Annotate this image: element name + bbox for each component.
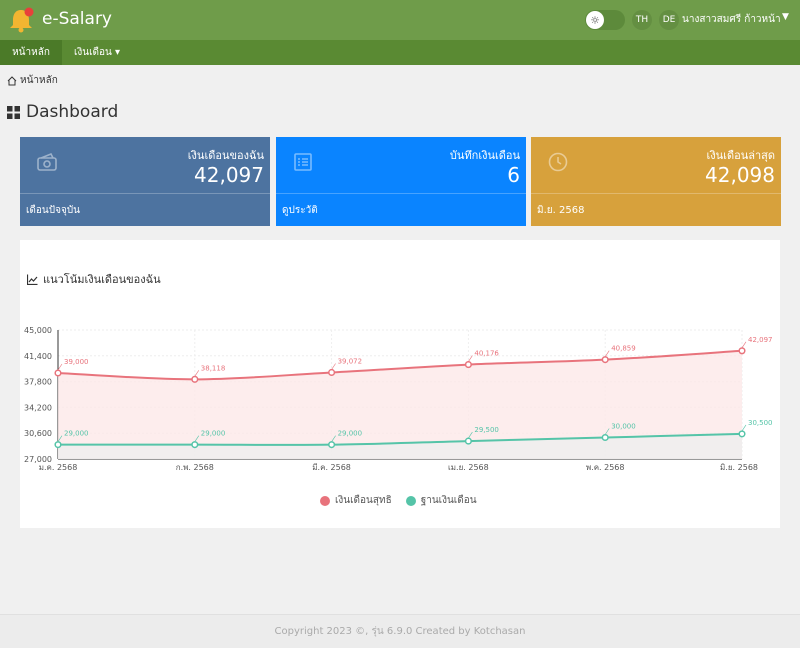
x-tick-label: พ.ค. 2568 — [586, 463, 625, 472]
card-my-salary[interactable]: เงินเดือนของฉัน 42,097 เดือนปัจจุบัน — [20, 137, 270, 226]
data-point — [191, 375, 199, 383]
data-label-leader — [741, 424, 747, 432]
chart-legend: เงินเดือนสุทธิ ฐานเงินเดือน — [320, 493, 477, 508]
data-label: 42,097 — [748, 336, 773, 344]
top-bar: e-Salary ☼ TH DE นางสาวสมศรี ก้าวหน้า ▼ — [0, 0, 800, 40]
nav-salary-menu[interactable]: เงินเดือน ▾ — [62, 40, 132, 65]
card-latest-salary[interactable]: เงินเดือนล่าสุด 42,098 มิ.ย. 2568 — [531, 137, 781, 226]
legend-label: เงินเดือนสุทธิ — [335, 495, 392, 506]
card-salary-records[interactable]: บันทึกเงินเดือน 6 ดูประวัติ — [276, 137, 526, 226]
legend-item-net-salary[interactable]: เงินเดือนสุทธิ — [320, 493, 392, 508]
salary-trend-chart: 27,00030,60034,20037,80041,40045,000ม.ค.… — [24, 326, 773, 472]
app-title[interactable]: e-Salary — [42, 9, 112, 29]
data-point — [54, 369, 62, 377]
data-point — [601, 433, 609, 442]
language-th-button[interactable]: TH — [632, 10, 652, 30]
card-footer-link[interactable]: ดูประวัติ — [282, 203, 318, 218]
footer-text: Copyright 2023 ©, รุ่น 6.9.0 Created by … — [274, 626, 526, 637]
data-point — [464, 437, 472, 445]
card-footer-link[interactable]: เดือนปัจจุบัน — [26, 203, 80, 218]
data-label: 40,859 — [611, 345, 636, 353]
data-point — [464, 361, 472, 369]
data-point — [191, 441, 199, 449]
data-label: 29,000 — [201, 430, 226, 438]
data-point — [54, 441, 62, 449]
data-point — [328, 441, 336, 449]
salary-trend-panel: แนวโน้มเงินเดือนของฉัน 27,000 30,600 34,20… — [20, 240, 780, 528]
data-label: 38,118 — [201, 364, 226, 372]
data-label-leader — [468, 355, 473, 362]
card-value: 42,097 — [194, 163, 264, 187]
user-menu[interactable]: นางสาวสมศรี ก้าวหน้า — [682, 12, 781, 27]
x-tick-label: มิ.ย. 2568 — [720, 463, 758, 472]
data-point — [328, 368, 336, 377]
breadcrumb-home[interactable]: หน้าหลัก — [20, 73, 58, 88]
x-tick-label: ก.พ. 2568 — [176, 463, 214, 472]
data-label-leader — [57, 363, 63, 371]
y-tick-label: 45,000 — [24, 326, 52, 335]
data-label-leader — [741, 341, 747, 348]
dashboard-icon — [7, 105, 20, 119]
y-tick-label: 34,200 — [24, 403, 52, 412]
card-value: 6 — [507, 163, 520, 187]
data-label: 40,176 — [474, 350, 499, 358]
nav-home[interactable]: หน้าหลัก — [0, 40, 62, 65]
page-footer: Copyright 2023 ©, รุ่น 6.9.0 Created by … — [0, 614, 800, 648]
x-tick-label: ม.ค. 2568 — [39, 463, 78, 472]
card-footer-link[interactable]: มิ.ย. 2568 — [537, 203, 584, 218]
data-label: 39,000 — [64, 358, 89, 366]
money-icon — [37, 152, 57, 171]
card-divider — [20, 193, 270, 194]
y-tick-label: 37,800 — [24, 378, 52, 387]
legend-label: ฐานเงินเดือน — [420, 495, 477, 506]
page-title: Dashboard — [26, 102, 119, 122]
page-heading: Dashboard — [7, 102, 118, 122]
data-point — [601, 356, 609, 364]
data-point — [738, 347, 746, 355]
legend-dot-net — [320, 495, 330, 506]
nav-bar: หน้าหลัก เงินเดือน ▾ — [0, 40, 800, 65]
card-divider — [276, 193, 526, 194]
chevron-down-icon[interactable]: ▼ — [782, 12, 789, 22]
data-label: 30,500 — [748, 419, 773, 427]
data-label: 29,000 — [64, 430, 89, 438]
data-label: 39,072 — [338, 357, 363, 365]
home-icon — [7, 75, 17, 85]
clock-icon — [548, 152, 568, 172]
sun-icon: ☼ — [586, 11, 604, 29]
list-icon — [294, 153, 312, 171]
y-tick-label: 41,400 — [24, 352, 52, 361]
y-tick-label: 30,600 — [24, 429, 52, 438]
card-divider — [531, 193, 781, 194]
data-label: 29,000 — [338, 430, 363, 438]
card-value: 42,098 — [705, 163, 775, 187]
theme-toggle[interactable]: ☼ — [585, 10, 625, 30]
x-tick-label: เม.ย. 2568 — [448, 463, 489, 472]
data-label-leader — [331, 363, 336, 370]
data-label: 29,500 — [474, 426, 499, 434]
data-point — [738, 430, 746, 438]
card-label: บันทึกเงินเดือน — [449, 149, 520, 162]
bell-logo-icon[interactable] — [6, 5, 36, 35]
language-de-button[interactable]: DE — [659, 10, 679, 30]
data-label-leader — [194, 370, 200, 377]
card-label: เงินเดือนล่าสุด — [706, 149, 775, 162]
x-tick-label: มี.ค. 2568 — [312, 463, 351, 472]
card-label: เงินเดือนของฉัน — [187, 149, 264, 162]
legend-dot-base — [405, 495, 416, 506]
legend-item-base-salary[interactable]: ฐานเงินเดือน — [405, 493, 477, 508]
data-label: 30,000 — [611, 423, 636, 431]
breadcrumb: หน้าหลัก — [7, 73, 58, 88]
